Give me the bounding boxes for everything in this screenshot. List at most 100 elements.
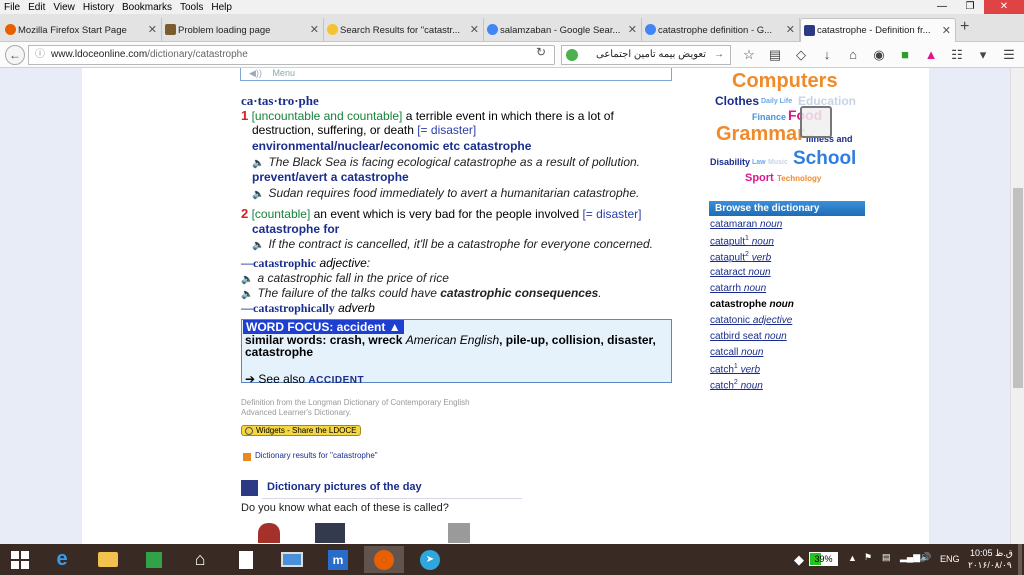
search-go-icon[interactable]: → (714, 46, 724, 64)
home-icon[interactable]: ⌂ (840, 44, 866, 66)
tab-ldoce-catastrophe[interactable]: catastrophe - Definition fr... ✕ (800, 18, 956, 42)
menu-file[interactable]: File (4, 2, 20, 13)
pocket-icon[interactable]: ◇ (788, 44, 814, 66)
menu-history[interactable]: History (83, 2, 114, 13)
topic-music[interactable]: Music (768, 159, 788, 166)
clock-date[interactable]: ۲۰۱۶/۰۸/۰۹ (968, 560, 1012, 571)
close-tab-icon[interactable]: ✕ (148, 23, 157, 36)
site-info-icon[interactable]: ⓘ (35, 46, 45, 64)
battery-indicator[interactable]: 39% (809, 552, 838, 566)
tab-google-catastrophe[interactable]: catastrophe definition - G... ✕ (642, 18, 800, 42)
url-bar[interactable]: ⓘ www.ldoceonline.com/dictionary/catastr… (28, 45, 555, 65)
windows-start-icon[interactable] (0, 546, 40, 573)
reading-list-icon[interactable]: ▤ (762, 44, 788, 66)
topic-finance[interactable]: Finance (752, 112, 786, 122)
store-icon[interactable] (134, 546, 174, 573)
speaker-icon[interactable]: 🔈 (252, 189, 264, 200)
new-tab-button[interactable]: + (960, 18, 969, 36)
clock-time[interactable]: 10:05 ق.ظ (970, 548, 1013, 559)
telegram-icon[interactable]: ➤ (410, 546, 450, 573)
tray-expand-icon[interactable]: ▲ (848, 553, 857, 563)
tab-search-results[interactable]: Search Results for "catastr... ✕ (324, 18, 484, 42)
restore-button[interactable]: ❐ (956, 0, 984, 14)
close-tab-icon[interactable]: ✕ (310, 23, 319, 36)
menu-help[interactable]: Help (211, 2, 232, 13)
download-icon[interactable]: ↓ (814, 44, 840, 66)
page-scrollbar[interactable] (1010, 68, 1024, 544)
dictionary-results-link[interactable]: Dictionary results for "catastrophe" (255, 451, 378, 460)
monitor-icon[interactable] (272, 546, 312, 573)
speaker-icon[interactable]: 🔈 (252, 158, 264, 169)
network-icon[interactable]: ▤ (882, 552, 891, 563)
menu-edit[interactable]: Edit (28, 2, 45, 13)
browse-item[interactable]: catcall noun (710, 347, 763, 358)
show-desktop-button[interactable] (1018, 544, 1022, 575)
synonym-link[interactable]: [= disaster] (417, 123, 476, 137)
document-icon[interactable] (226, 546, 266, 573)
browse-item[interactable]: catamaran noun (710, 219, 782, 230)
overflow-icon[interactable]: ▾ (970, 44, 996, 66)
back-button[interactable]: ← (5, 45, 25, 65)
word-focus-header[interactable]: WORD FOCUS: accident ▲ (243, 320, 404, 334)
topic-disability[interactable]: Disability (710, 157, 750, 167)
menu-view[interactable]: View (53, 2, 75, 13)
browse-item[interactable]: catch1 verb (710, 363, 760, 375)
topic-technology[interactable]: Technology (777, 174, 821, 183)
shield-icon[interactable]: ◆ (794, 552, 804, 568)
volume-icon[interactable]: 🔊 (920, 552, 931, 563)
topic-school[interactable]: School (793, 148, 856, 170)
topic-computers[interactable]: Computers (732, 70, 838, 93)
topic-clothes[interactable]: Clothes (715, 94, 759, 108)
minimize-button[interactable]: — (928, 0, 956, 14)
topic-law[interactable]: Law (752, 159, 766, 166)
close-tab-icon[interactable]: ✕ (942, 24, 951, 37)
maxthon-icon[interactable]: m (318, 546, 358, 573)
tab-google-salamzaban[interactable]: salamzaban - Google Sear... ✕ (484, 18, 642, 42)
browse-item[interactable]: catapult1 noun (710, 235, 774, 247)
widgets-button[interactable]: Widgets - Share the LDOCE (241, 425, 362, 436)
bookmark-star-icon[interactable]: ☆ (736, 44, 762, 66)
home-app-icon[interactable]: ⌂ (180, 546, 220, 573)
download-overlay-icon[interactable] (800, 106, 832, 138)
close-tab-icon[interactable]: ✕ (786, 23, 795, 36)
close-window-button[interactable]: ✕ (984, 0, 1024, 14)
scrollbar-thumb[interactable] (1013, 188, 1023, 388)
close-tab-icon[interactable]: ✕ (628, 23, 637, 36)
close-tab-icon[interactable]: ✕ (470, 23, 479, 36)
thumbnail-1[interactable] (258, 523, 280, 543)
audio-icon[interactable]: ◀)) (249, 68, 262, 78)
signal-icon[interactable]: ▂▄▆ (900, 552, 920, 563)
addon-icon[interactable]: ▲ (918, 44, 944, 66)
flag-icon[interactable]: ⚑ (864, 552, 872, 563)
browse-item[interactable]: catch2 noun (710, 379, 763, 391)
extension-icon[interactable]: ■ (892, 44, 918, 66)
speaker-icon[interactable]: 🔈 (241, 289, 253, 300)
internet-explorer-icon[interactable]: e (42, 546, 82, 573)
menu-bookmarks[interactable]: Bookmarks (122, 2, 172, 13)
topic-daily-life[interactable]: Daily Life (761, 98, 792, 105)
browse-item[interactable]: cataract noun (710, 267, 771, 278)
speaker-icon[interactable]: 🔈 (241, 274, 253, 285)
menu-tools[interactable]: Tools (180, 2, 203, 13)
synonym-link[interactable]: [= disaster] (582, 207, 641, 221)
topic-sport[interactable]: Sport (745, 172, 774, 184)
tab-firefox-start[interactable]: Mozilla Firefox Start Page ✕ (2, 18, 162, 42)
thumbnail-3[interactable] (448, 523, 470, 543)
thumbnail-2[interactable] (315, 523, 345, 543)
menu-icon[interactable]: ☰ (996, 44, 1022, 66)
language-indicator[interactable]: ENG (940, 554, 960, 564)
library-icon[interactable]: ☷ (944, 44, 970, 66)
search-engine-icon[interactable] (566, 49, 578, 61)
firefox-taskbar-icon[interactable] (364, 546, 404, 573)
search-bar[interactable]: تعویض بیمه تامین اجتماعی → (561, 45, 731, 65)
browse-item[interactable]: catatonic adjective (710, 315, 792, 326)
file-explorer-icon[interactable] (88, 546, 128, 573)
chat-icon[interactable]: ◉ (866, 44, 892, 66)
collapse-arrow-icon[interactable]: ▲ (389, 320, 401, 334)
browse-item[interactable]: catbird seat noun (710, 331, 787, 342)
tab-problem-loading[interactable]: Problem loading page ✕ (162, 18, 324, 42)
see-also-link[interactable]: ACCIDENT (308, 375, 364, 386)
browse-item[interactable]: catapult2 verb (710, 251, 771, 263)
browse-item[interactable]: catarrh noun (710, 283, 766, 294)
topic-grammar[interactable]: Grammar (716, 123, 805, 146)
